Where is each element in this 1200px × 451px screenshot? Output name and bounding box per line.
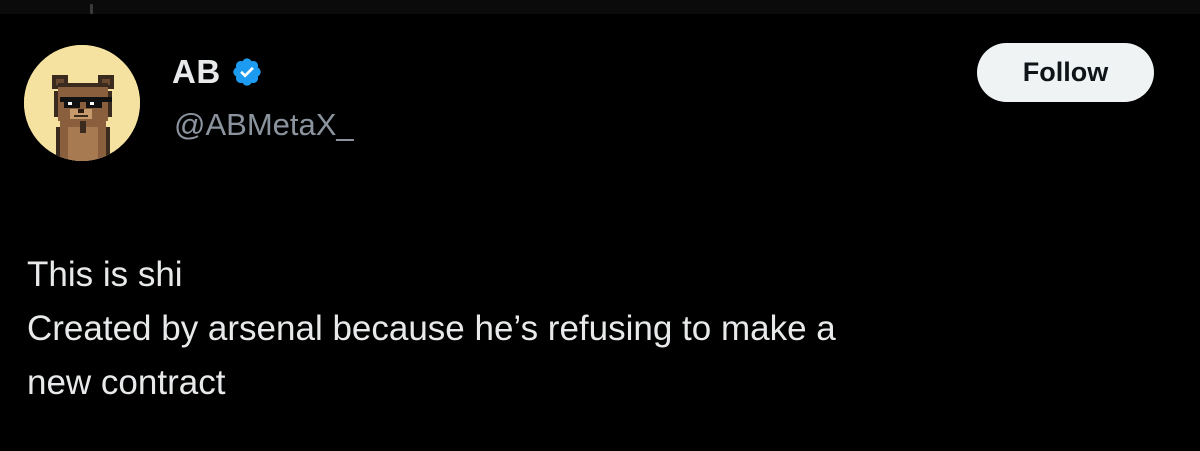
top-divider-strip bbox=[0, 0, 1200, 14]
tweet-text-line: This is shi bbox=[27, 255, 183, 294]
tweet-text: This is shi Created by arsenal because h… bbox=[27, 248, 1177, 410]
tweet-card: AB @ABMetaX_ Follow This is shi Created … bbox=[0, 0, 1200, 451]
tweet-text-line: new contract bbox=[27, 363, 226, 402]
follow-button[interactable]: Follow bbox=[977, 43, 1154, 102]
author-display-name[interactable]: AB bbox=[172, 53, 221, 91]
tweet-text-line: Created by arsenal because he’s refusing… bbox=[27, 309, 836, 348]
author-handle[interactable]: @ABMetaX_ bbox=[174, 107, 354, 143]
pixel-bear-avatar-icon bbox=[24, 45, 140, 161]
author-name-row[interactable]: AB bbox=[172, 52, 263, 92]
avatar[interactable] bbox=[24, 45, 140, 161]
verified-badge-icon bbox=[231, 56, 263, 88]
scroll-tick bbox=[90, 4, 93, 14]
